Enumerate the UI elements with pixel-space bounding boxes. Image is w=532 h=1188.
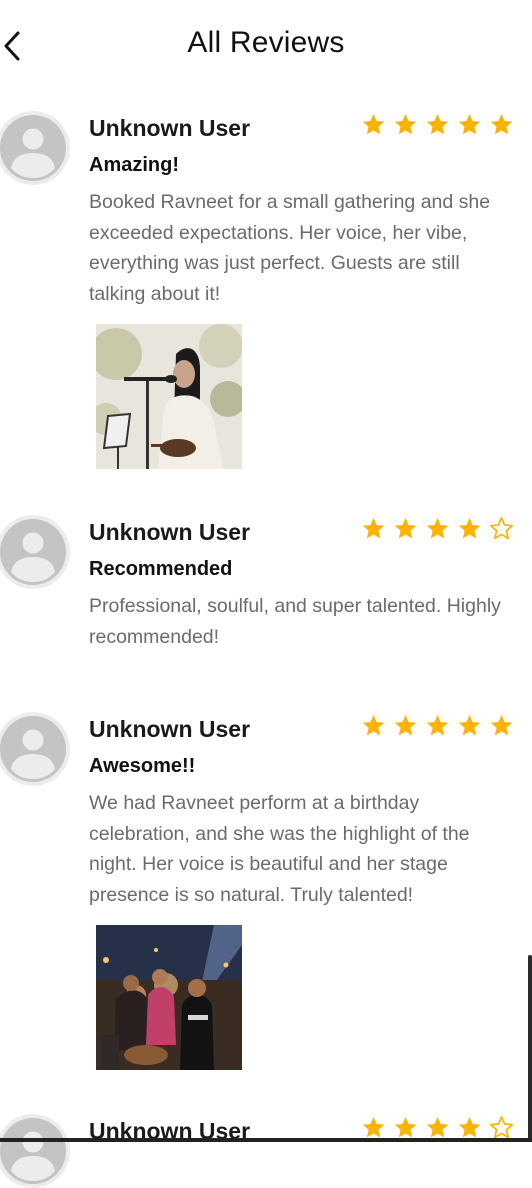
star-filled-icon — [394, 714, 417, 736]
bottom-divider — [0, 1138, 532, 1142]
reviewer-name: Unknown User — [89, 519, 251, 545]
star-filled-icon — [490, 113, 513, 135]
rating-stars — [361, 1115, 514, 1140]
star-filled-icon — [362, 517, 385, 539]
star-filled-icon — [362, 1116, 385, 1138]
star-outline-icon — [489, 517, 514, 540]
user-icon — [0, 716, 66, 782]
avatar — [0, 1114, 70, 1188]
star-filled-icon — [426, 113, 449, 135]
star-filled-icon — [426, 714, 449, 736]
reviewer-name: Unknown User — [89, 115, 251, 141]
review-text: Booked Ravneet for a small gathering and… — [89, 191, 491, 306]
star-filled-icon — [426, 1116, 449, 1138]
review-title: Recommended — [89, 558, 233, 580]
avatar — [0, 515, 70, 589]
user-icon — [0, 519, 66, 585]
star-filled-icon — [362, 714, 385, 736]
review-text: We had Ravneet perform at a birthday cel… — [89, 792, 470, 907]
review-card: Unknown User — [0, 1114, 532, 1188]
avatar — [0, 111, 70, 185]
page-title: All Reviews — [187, 26, 345, 59]
star-filled-icon — [458, 517, 481, 539]
review-photo[interactable] — [96, 324, 242, 469]
star-outline-icon — [489, 1116, 514, 1139]
band-photo-image — [96, 925, 242, 1070]
reviewer-name: Unknown User — [89, 716, 251, 742]
star-filled-icon — [458, 113, 481, 135]
review-photo[interactable] — [96, 925, 242, 1070]
user-icon — [0, 1118, 66, 1184]
star-filled-icon — [458, 1116, 481, 1138]
singer-photo-image — [96, 324, 242, 469]
rating-stars — [361, 516, 514, 541]
star-filled-icon — [458, 714, 481, 736]
review-text: Professional, soulful, and super talente… — [89, 595, 501, 648]
review-card: Unknown User Recommended Professional, s… — [0, 515, 532, 665]
star-filled-icon — [426, 517, 449, 539]
scrollbar[interactable] — [528, 955, 532, 1142]
header-bar: All Reviews — [0, 0, 532, 92]
star-filled-icon — [490, 714, 513, 736]
star-filled-icon — [394, 1116, 417, 1138]
star-filled-icon — [362, 113, 385, 135]
user-icon — [0, 115, 66, 181]
star-filled-icon — [394, 517, 417, 539]
review-title: Awesome!! — [89, 755, 196, 777]
rating-stars — [361, 112, 514, 137]
review-card: Unknown User Amazing! Booked Ravneet for… — [0, 111, 532, 471]
star-filled-icon — [394, 113, 417, 135]
review-card: Unknown User Awesome!! We had Ravneet pe… — [0, 712, 532, 1072]
review-title: Amazing! — [89, 154, 179, 176]
rating-stars — [361, 713, 514, 738]
avatar — [0, 712, 70, 786]
